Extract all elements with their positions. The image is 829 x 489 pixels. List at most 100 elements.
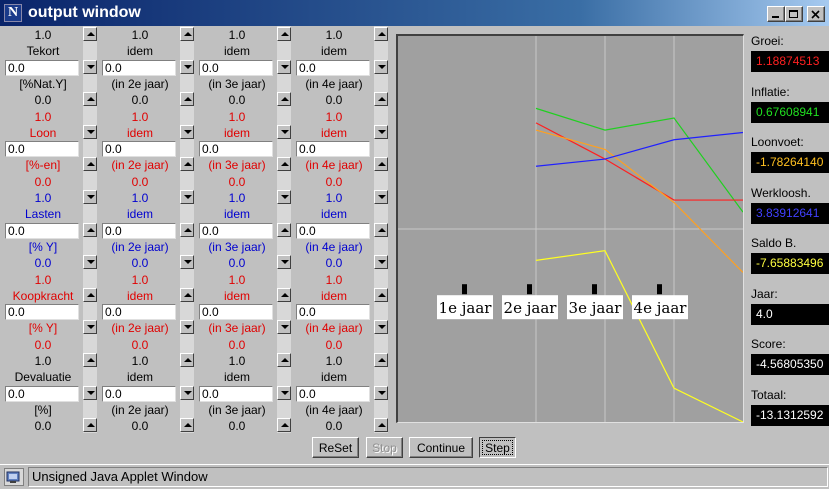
- value-input[interactable]: 0.0: [5, 141, 79, 158]
- status-bar: Unsigned Java Applet Window: [0, 464, 829, 489]
- grid-label: Koopkracht: [12, 288, 74, 303]
- scroll-down-button[interactable]: [83, 59, 97, 74]
- value-input[interactable]: 0.0: [296, 59, 370, 76]
- grid-label: 1.0: [325, 191, 343, 205]
- scroll-up-button[interactable]: [83, 418, 97, 433]
- scroll-up-button[interactable]: [83, 157, 97, 172]
- value-input[interactable]: 0.0: [5, 304, 79, 321]
- scroll-down-button[interactable]: [180, 124, 194, 139]
- value-input[interactable]: 0.0: [199, 385, 273, 402]
- scroll-down-button[interactable]: [180, 320, 194, 335]
- value-input[interactable]: 0.0: [199, 141, 273, 158]
- value-input[interactable]: 0.0: [296, 222, 370, 239]
- scroll-down-button[interactable]: [83, 190, 97, 204]
- scroll-down-button[interactable]: [374, 255, 388, 270]
- minimize-button[interactable]: [767, 6, 785, 22]
- scroll-up-button[interactable]: [374, 27, 388, 41]
- scroll-down-button[interactable]: [180, 190, 194, 204]
- value-input[interactable]: 0.0: [296, 141, 370, 158]
- arrow-up-icon: [87, 97, 95, 102]
- scroll-down-button[interactable]: [277, 255, 291, 270]
- scroll-down-button[interactable]: [374, 385, 388, 400]
- reset-button[interactable]: ReSet: [312, 437, 359, 458]
- scroll-down-button[interactable]: [83, 320, 97, 335]
- column-scrollbar[interactable]: [180, 26, 194, 433]
- scroll-down-button[interactable]: [277, 124, 291, 139]
- value-input[interactable]: 0.0: [199, 304, 273, 321]
- arrow-up-icon: [87, 162, 95, 167]
- scroll-up-button[interactable]: [277, 353, 291, 367]
- value-input[interactable]: 0.0: [296, 385, 370, 402]
- value-input[interactable]: 0.0: [296, 304, 370, 321]
- scroll-up-button[interactable]: [374, 157, 388, 172]
- value-input[interactable]: 0.0: [5, 385, 79, 402]
- value-input[interactable]: 0.0: [199, 222, 273, 239]
- scroll-up-button[interactable]: [180, 222, 194, 237]
- stop-button[interactable]: Stop: [366, 437, 403, 458]
- scroll-up-button[interactable]: [180, 92, 194, 107]
- arrow-up-icon: [281, 97, 289, 102]
- scroll-down-button[interactable]: [83, 124, 97, 139]
- value-input[interactable]: 0.0: [5, 222, 79, 239]
- scroll-up-button[interactable]: [180, 287, 194, 302]
- arrow-up-icon: [378, 423, 386, 428]
- scroll-up-button[interactable]: [180, 353, 194, 367]
- scroll-up-button[interactable]: [180, 418, 194, 433]
- scroll-down-button[interactable]: [374, 320, 388, 335]
- scroll-up-button[interactable]: [83, 27, 97, 41]
- scroll-down-button[interactable]: [374, 124, 388, 139]
- grid-label: idem: [126, 370, 153, 385]
- maximize-button[interactable]: [785, 6, 803, 22]
- value-input[interactable]: 0.0: [102, 59, 176, 76]
- scroll-down-button[interactable]: [277, 190, 291, 204]
- continue-button[interactable]: Continue: [409, 437, 473, 458]
- scroll-up-button[interactable]: [374, 353, 388, 367]
- scroll-down-button[interactable]: [277, 320, 291, 335]
- category-label: 4e jaar: [634, 299, 688, 317]
- scroll-down-button[interactable]: [180, 59, 194, 74]
- scroll-down-button[interactable]: [277, 385, 291, 400]
- scroll-down-button[interactable]: [83, 385, 97, 400]
- scroll-up-button[interactable]: [277, 157, 291, 172]
- scroll-down-button[interactable]: [374, 190, 388, 204]
- indicator-label: Inflatie:: [751, 84, 790, 99]
- step-button[interactable]: Step: [479, 437, 516, 458]
- value-input[interactable]: 0.0: [102, 141, 176, 158]
- value-input[interactable]: 0.0: [102, 222, 176, 239]
- scroll-down-button[interactable]: [180, 385, 194, 400]
- column-scrollbar[interactable]: [83, 26, 97, 433]
- scroll-down-button[interactable]: [180, 255, 194, 270]
- grid-label: Tekort: [26, 44, 60, 59]
- scroll-up-button[interactable]: [374, 418, 388, 433]
- scroll-down-button[interactable]: [83, 255, 97, 270]
- value-input[interactable]: 0.0: [102, 304, 176, 321]
- grid-label: 0.0: [228, 256, 246, 271]
- column-scrollbar[interactable]: [374, 26, 388, 433]
- scroll-down-button[interactable]: [374, 59, 388, 74]
- scroll-up-button[interactable]: [374, 92, 388, 107]
- close-button[interactable]: [807, 6, 825, 22]
- close-icon: [811, 10, 820, 19]
- scroll-up-button[interactable]: [83, 353, 97, 367]
- scroll-up-button[interactable]: [83, 287, 97, 302]
- scroll-up-button[interactable]: [180, 27, 194, 41]
- category-tick: [657, 284, 662, 295]
- scroll-up-button[interactable]: [277, 287, 291, 302]
- scroll-up-button[interactable]: [374, 222, 388, 237]
- scroll-up-button[interactable]: [277, 27, 291, 41]
- scroll-up-button[interactable]: [277, 222, 291, 237]
- scroll-down-button[interactable]: [277, 59, 291, 74]
- value-input[interactable]: 0.0: [102, 385, 176, 402]
- scroll-up-button[interactable]: [180, 157, 194, 172]
- scroll-up-button[interactable]: [374, 287, 388, 302]
- scroll-up-button[interactable]: [277, 418, 291, 433]
- value-input[interactable]: 0.0: [199, 59, 273, 76]
- indicator-value: -4.56805350: [751, 354, 829, 375]
- column-scrollbar[interactable]: [277, 26, 291, 433]
- scroll-up-button[interactable]: [277, 92, 291, 107]
- scroll-up-button[interactable]: [83, 92, 97, 107]
- scroll-up-button[interactable]: [83, 222, 97, 237]
- grid-label: 0.0: [325, 337, 343, 352]
- value-input[interactable]: 0.0: [5, 59, 79, 76]
- title-bar[interactable]: N output window: [0, 0, 829, 26]
